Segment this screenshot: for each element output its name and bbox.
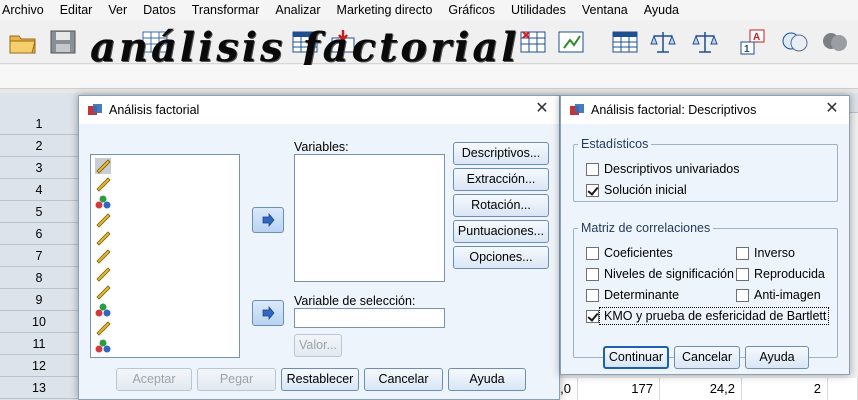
grid-cell[interactable]: 2: [742, 378, 828, 400]
menu-graficos[interactable]: Gráficos: [440, 3, 503, 17]
row-number[interactable]: 10: [0, 311, 78, 333]
row-number[interactable]: 1: [0, 113, 78, 135]
menu-ver[interactable]: Ver: [100, 3, 135, 17]
close-icon[interactable]: ✕: [823, 100, 841, 118]
accept-button[interactable]: Aceptar: [116, 368, 192, 391]
nominal-icon[interactable]: [95, 338, 111, 354]
initial-solution-checkbox[interactable]: Solución inicial: [586, 183, 687, 197]
arrow-right-icon: [262, 306, 275, 320]
menu-ayuda[interactable]: Ayuda: [636, 3, 687, 17]
ruler-icon[interactable]: [95, 320, 111, 336]
correlation-matrix-label: Matriz de correlaciones: [578, 221, 714, 235]
options-button[interactable]: Opciones...: [453, 246, 549, 269]
ruler-icon[interactable]: [95, 176, 111, 192]
kmo-bartlett-checkbox[interactable]: KMO y prueba de esfericidad de Bartlett: [586, 309, 826, 323]
grid-cell[interactable]: [828, 378, 858, 400]
row-number[interactable]: 8: [0, 267, 78, 289]
row-number[interactable]: 11: [0, 333, 78, 355]
coefficients-checkbox[interactable]: Coeficientes: [586, 246, 673, 260]
show-sets-icon[interactable]: [820, 28, 850, 56]
descriptives-dialog: Análisis factorial: Descriptivos ✕ Estad…: [560, 95, 850, 375]
nominal-icon[interactable]: [95, 194, 111, 210]
checkbox-box[interactable]: [586, 162, 599, 176]
row-number[interactable]: 3: [0, 157, 78, 179]
ruler-icon[interactable]: [95, 266, 111, 282]
significance-levels-checkbox[interactable]: Niveles de significación: [586, 267, 734, 281]
menu-datos[interactable]: Datos: [135, 3, 184, 17]
reset-button[interactable]: Restablecer: [281, 368, 359, 391]
dialog-title: Análisis factorial: [109, 103, 200, 117]
checkbox-box-checked[interactable]: [586, 183, 599, 197]
ruler-icon[interactable]: [95, 248, 111, 264]
inverse-checkbox[interactable]: Inverso: [736, 246, 795, 260]
row-number[interactable]: 7: [0, 245, 78, 267]
menu-bar: Archivo Editar Ver Datos Transformar Ana…: [0, 0, 858, 20]
value-button[interactable]: Valor...: [294, 334, 342, 357]
row-number[interactable]: 4: [0, 179, 78, 201]
descriptives-button[interactable]: Descriptivos...: [453, 142, 549, 165]
row-number[interactable]: 13: [0, 377, 78, 399]
menu-archivo[interactable]: Archivo: [0, 3, 52, 17]
spss-dialog-icon: [569, 103, 585, 117]
weight-cases-icon[interactable]: [556, 28, 586, 56]
weight-scale-icon[interactable]: [690, 28, 720, 56]
ruler-icon[interactable]: [95, 158, 111, 174]
variables-label: Variables:: [294, 140, 349, 154]
selection-variable-label: Variable de selección:: [294, 294, 416, 308]
row-number[interactable]: 2: [0, 135, 78, 157]
arrow-right-icon: [262, 213, 275, 227]
extraction-button[interactable]: Extracción...: [453, 168, 549, 191]
statistics-group-label: Estadísticos: [578, 137, 652, 151]
row-number[interactable]: 9: [0, 289, 78, 311]
paste-button[interactable]: Pegar: [197, 368, 276, 391]
row-number[interactable]: 6: [0, 223, 78, 245]
help-button[interactable]: Ayuda: [448, 368, 526, 391]
reproduced-checkbox[interactable]: Reproducida: [736, 267, 825, 281]
open-folder-icon[interactable]: [8, 28, 38, 56]
cancel-button[interactable]: Cancelar: [364, 368, 443, 391]
row-number[interactable]: 12: [0, 355, 78, 377]
svg-text:A: A: [753, 32, 760, 43]
value-labels-icon[interactable]: A1: [738, 28, 768, 56]
dialog-title: Análisis factorial: Descriptivos: [591, 103, 757, 117]
cancel-button[interactable]: Cancelar: [674, 346, 740, 369]
row-number[interactable]: 5: [0, 201, 78, 223]
grid-cell[interactable]: 24,2: [660, 378, 742, 400]
menu-analizar[interactable]: Analizar: [267, 3, 328, 17]
univariate-descriptives-checkbox[interactable]: Descriptivos univariados: [586, 162, 739, 176]
variable-sets-icon[interactable]: [780, 28, 810, 56]
split-file-icon[interactable]: [610, 28, 640, 56]
spss-dialog-icon: [87, 103, 103, 117]
factor-analysis-dialog: Análisis factorial ✕ Variables: Variable…: [78, 95, 560, 400]
menu-editar[interactable]: Editar: [52, 3, 101, 17]
anti-image-checkbox[interactable]: Anti-imagen: [736, 288, 821, 302]
move-to-selection-button[interactable]: [252, 300, 284, 326]
selection-variable-field[interactable]: [294, 308, 445, 328]
scales-icon[interactable]: [648, 28, 678, 56]
svg-text:1: 1: [744, 44, 750, 55]
menu-transformar[interactable]: Transformar: [184, 3, 268, 17]
ruler-icon[interactable]: [95, 230, 111, 246]
grid-cell[interactable]: 177: [578, 378, 660, 400]
rotation-button[interactable]: Rotación...: [453, 194, 549, 217]
help-button[interactable]: Ayuda: [745, 346, 809, 369]
row-header: 1 2 3 4 5 6 7 8 9 10 11 12 13: [0, 93, 78, 400]
menu-utilidades[interactable]: Utilidades: [503, 3, 574, 17]
close-icon[interactable]: ✕: [533, 100, 551, 118]
determinant-checkbox[interactable]: Determinante: [586, 288, 679, 302]
move-to-variables-button[interactable]: [252, 207, 284, 233]
variables-list[interactable]: [294, 154, 445, 282]
menu-ventana[interactable]: Ventana: [574, 3, 636, 17]
menu-marketing-directo[interactable]: Marketing directo: [329, 3, 441, 17]
source-variable-list[interactable]: [90, 154, 240, 358]
overlay-title: análisis factorial: [90, 24, 520, 71]
scores-button[interactable]: Puntuaciones...: [453, 220, 549, 243]
ruler-icon[interactable]: [95, 284, 111, 300]
continue-button[interactable]: Continuar: [603, 346, 669, 369]
save-icon[interactable]: [48, 28, 78, 56]
select-cases-icon[interactable]: [518, 28, 548, 56]
ruler-icon[interactable]: [95, 212, 111, 228]
cell-editor-bar: [0, 65, 858, 89]
nominal-icon[interactable]: [95, 302, 111, 318]
